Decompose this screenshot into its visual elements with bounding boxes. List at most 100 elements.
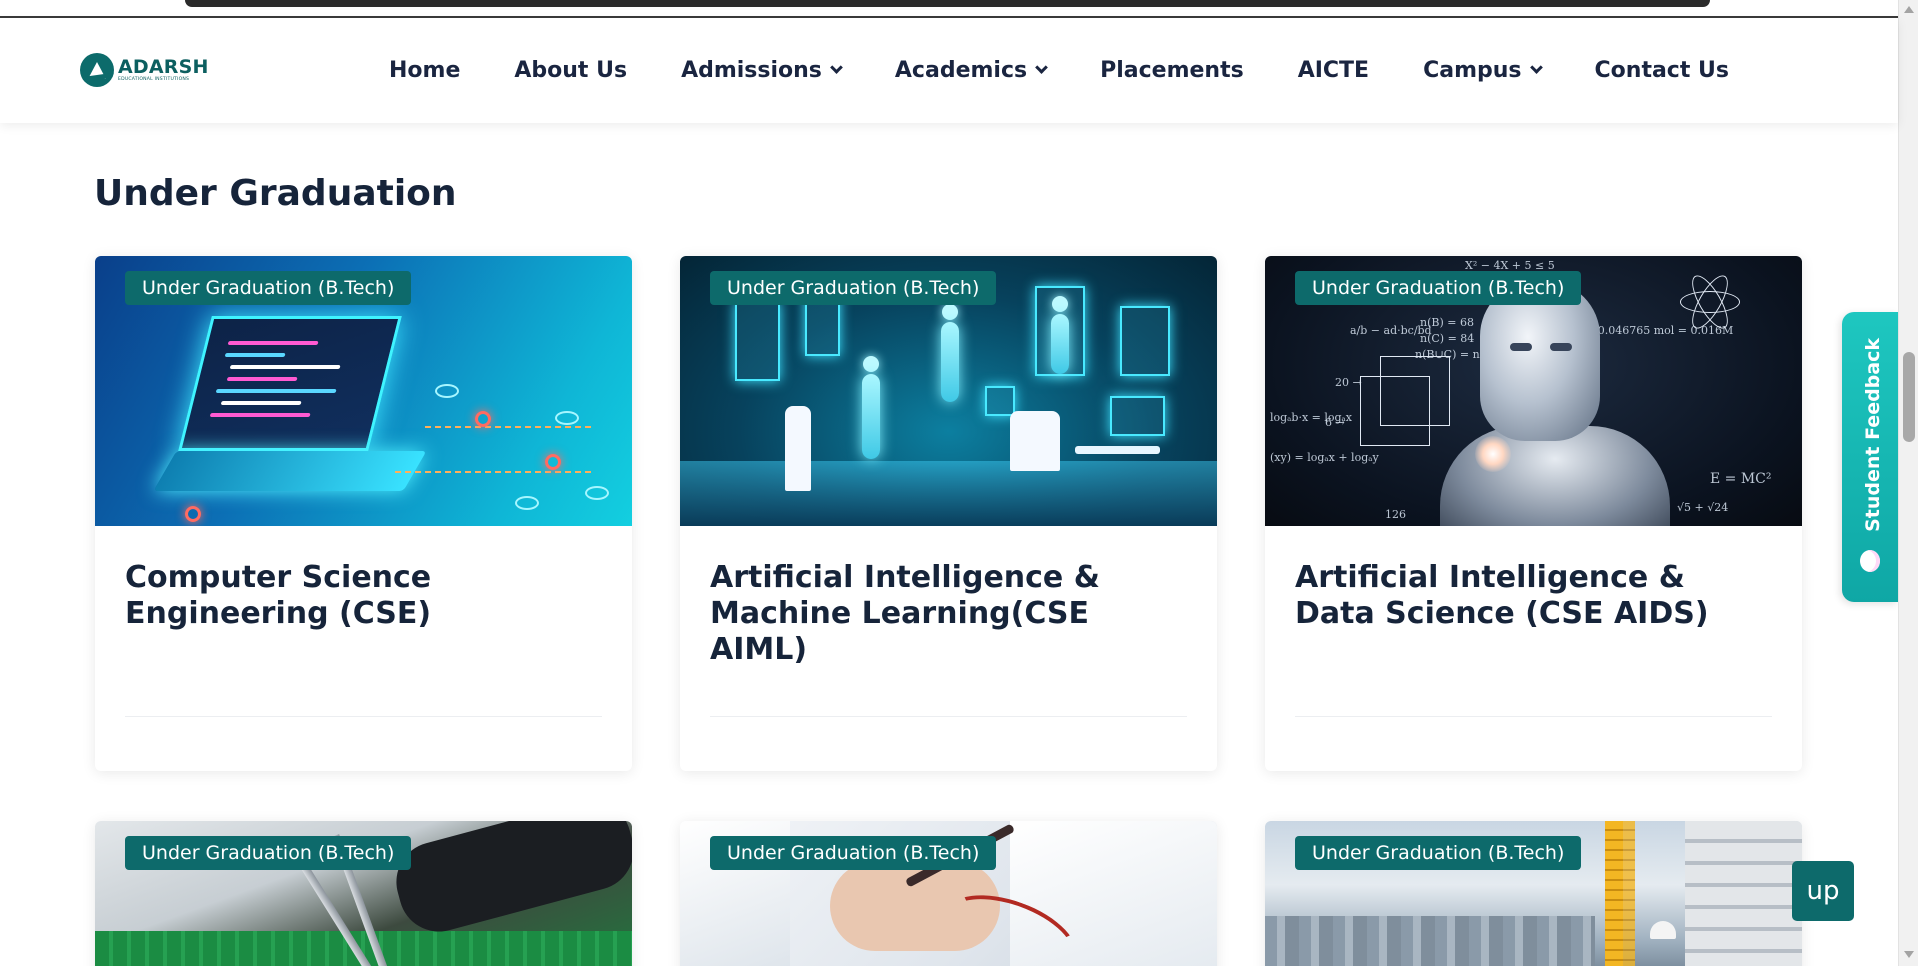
logo-name: ADARSH: [118, 55, 209, 78]
course-card-5[interactable]: Under Graduation (B.Tech): [680, 821, 1217, 966]
circuit-ring: [555, 411, 579, 425]
scroll-up-button[interactable]: up: [1792, 861, 1854, 921]
course-badge: Under Graduation (B.Tech): [1295, 271, 1582, 305]
monitor: [1110, 396, 1165, 436]
hard-hat: [1650, 921, 1676, 939]
hologram-body-head: [942, 304, 958, 320]
student-feedback-label-wrap: Student Feedback: [1862, 338, 1884, 532]
scroll-up-arrow-icon[interactable]: [1904, 6, 1914, 13]
circuit-ring: [515, 496, 539, 510]
nav-campus-label: Campus: [1423, 58, 1522, 83]
cube-diagram: [1380, 356, 1450, 426]
formula-text: 6 →: [1325, 416, 1345, 429]
browser-tab-bar: [185, 0, 1710, 7]
card-divider: [1295, 716, 1772, 717]
nav-about-us-label: About Us: [514, 58, 628, 83]
hologram-panel: [985, 386, 1015, 416]
code-line: [215, 389, 337, 393]
formula-text: √5 + √24: [1677, 501, 1729, 514]
laptop-screen: [178, 316, 402, 451]
code-line: [220, 401, 302, 405]
course-card-4[interactable]: Under Graduation (B.Tech): [95, 821, 632, 966]
course-badge: Under Graduation (B.Tech): [710, 271, 997, 305]
circuit-node: [545, 454, 561, 470]
scroll-thumb[interactable]: [1903, 352, 1915, 442]
course-card-cse-aids[interactable]: X² − 4X + 5 ≤ 5 n(B) = 68 n(C) = 84 n(B∪…: [1265, 256, 1802, 771]
nav-aicte[interactable]: AICTE: [1298, 58, 1369, 83]
course-title[interactable]: Artificial Intelligence & Data Science (…: [1295, 560, 1775, 632]
section-title: Under Graduation: [94, 173, 457, 214]
nav-admissions-label: Admissions: [681, 58, 822, 83]
hologram-body: [1051, 314, 1069, 374]
doctor-figure: [1010, 411, 1060, 471]
circuit-node: [475, 411, 491, 427]
nav-contact-us-label: Contact Us: [1594, 58, 1729, 83]
logo-mountain-icon: [80, 53, 114, 87]
browser-top-strip: [0, 0, 1918, 18]
course-card-cse-aiml[interactable]: Under Graduation (B.Tech) Artificial Int…: [680, 256, 1217, 771]
formula-text: (xy) = logₐx + logₐy: [1270, 451, 1379, 464]
course-badge: Under Graduation (B.Tech): [1295, 836, 1582, 870]
code-line: [229, 365, 341, 369]
circuit-trace: [395, 471, 595, 473]
logo-text: ADARSH EDUCATIONAL INSTITUTIONS: [118, 55, 209, 83]
formula-text: a/b − ad·bc/bd: [1350, 324, 1432, 337]
hologram-body: [941, 322, 959, 402]
code-line: [227, 341, 319, 345]
nav-about-us[interactable]: About Us: [514, 58, 627, 83]
crane: [1617, 821, 1635, 966]
code-line: [224, 353, 286, 357]
circuit-trace: [425, 426, 595, 428]
course-badge: Under Graduation (B.Tech): [125, 836, 412, 870]
robot-eye: [1510, 343, 1532, 351]
hologram-body: [862, 374, 880, 459]
city-skyline: [1265, 916, 1595, 966]
site-logo[interactable]: ADARSH EDUCATIONAL INSTITUTIONS: [80, 53, 209, 87]
nav-academics[interactable]: Academics: [894, 58, 1048, 83]
formula-text: 20 →: [1335, 376, 1362, 389]
course-badge: Under Graduation (B.Tech): [710, 836, 997, 870]
nav-aicte-label: AICTE: [1297, 58, 1370, 83]
nav-academics-label: Academics: [894, 58, 1028, 83]
nav-placements[interactable]: Placements: [1100, 58, 1244, 83]
glove: [387, 821, 632, 941]
course-badge: Under Graduation (B.Tech): [125, 271, 412, 305]
nav-admissions[interactable]: Admissions: [681, 58, 843, 83]
robot-shoulder: [1440, 426, 1670, 526]
student-feedback-label: Student Feedback: [1862, 338, 1884, 532]
laptop-keyboard: [153, 451, 427, 491]
course-card-6[interactable]: Under Graduation (B.Tech): [1265, 821, 1802, 966]
main-nav: Home About Us Admissions Academics Place…: [389, 18, 1729, 123]
site-header: ADARSH EDUCATIONAL INSTITUTIONS Home Abo…: [0, 18, 1898, 123]
logo-tagline: EDUCATIONAL INSTITUTIONS: [118, 76, 190, 82]
building: [1685, 821, 1802, 966]
formula-text: E = MC²: [1710, 471, 1772, 487]
hologram-floor: [680, 461, 1217, 526]
chevron-down-icon: [1529, 61, 1543, 74]
course-card-cse[interactable]: Under Graduation (B.Tech) Computer Scien…: [95, 256, 632, 771]
nav-contact-us[interactable]: Contact Us: [1595, 58, 1729, 83]
nav-home-label: Home: [389, 58, 461, 83]
hologram-panel: [805, 296, 840, 356]
chevron-down-icon: [830, 61, 843, 74]
formula-text: 126: [1385, 508, 1406, 521]
fingertip-glow: [1475, 436, 1511, 472]
hologram-panel: [1120, 306, 1170, 376]
card-divider: [710, 716, 1187, 717]
formula-text: = 0.046765 mol = 0.016M: [1585, 324, 1734, 337]
hologram-body-head: [863, 356, 879, 372]
hologram-panel: [735, 301, 780, 381]
nav-home[interactable]: Home: [389, 58, 460, 83]
desk: [1075, 446, 1160, 454]
course-title[interactable]: Computer Science Engineering (CSE): [125, 560, 605, 632]
nav-campus[interactable]: Campus: [1423, 58, 1543, 83]
course-title[interactable]: Artificial Intelligence & Machine Learni…: [710, 560, 1190, 668]
circuit-ring: [435, 384, 459, 398]
code-line: [226, 377, 298, 381]
student-feedback-tab[interactable]: Student Feedback: [1842, 312, 1898, 602]
page-scrollbar[interactable]: [1898, 0, 1918, 966]
scroll-down-arrow-icon[interactable]: [1904, 951, 1914, 958]
code-line: [209, 413, 311, 417]
circuit-ring: [585, 486, 609, 500]
card-divider: [125, 716, 602, 717]
